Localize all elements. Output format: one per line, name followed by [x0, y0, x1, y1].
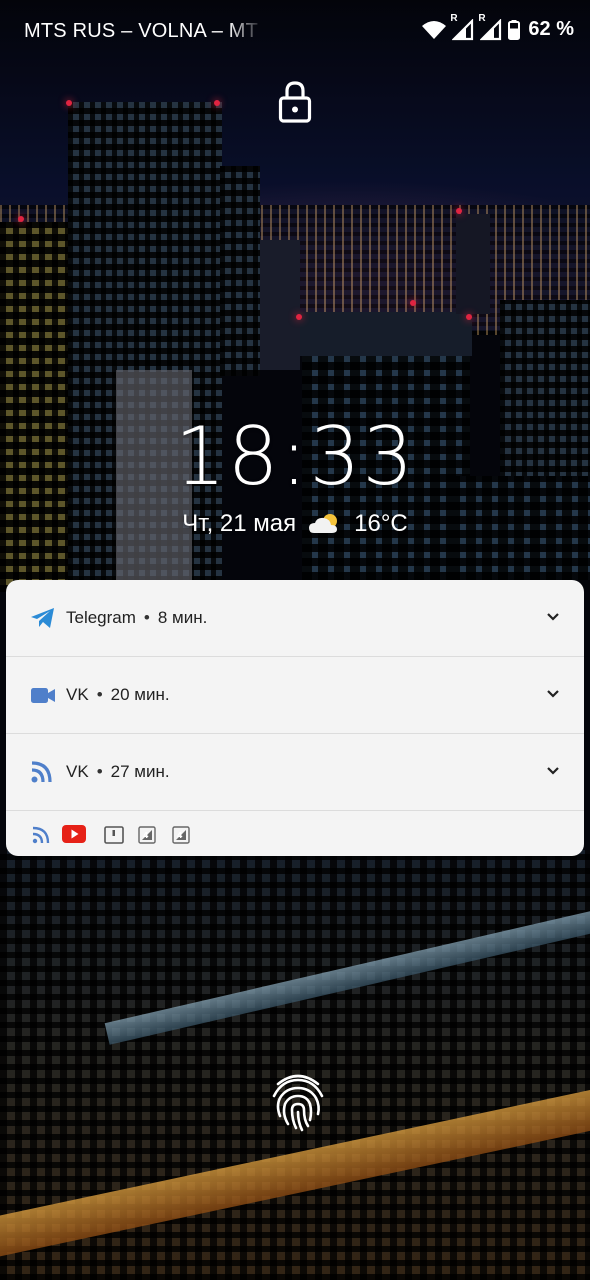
notification-text: VK • 27 мин.	[66, 762, 170, 782]
youtube-icon	[62, 825, 86, 843]
lock-icon[interactable]	[278, 80, 312, 124]
notification-vk-rss[interactable]: VK • 27 мин.	[6, 734, 584, 811]
chevron-down-icon[interactable]	[546, 764, 560, 778]
separator-dot: •	[96, 762, 103, 781]
notification-panel: Telegram • 8 мин. VK • 20 мин. VK • 27 мин.	[6, 580, 584, 856]
separator-dot: •	[96, 685, 103, 704]
chevron-down-icon[interactable]	[546, 687, 560, 701]
fingerprint-icon[interactable]	[270, 1072, 326, 1132]
collapsed-notifications-row[interactable]: 4 4	[6, 811, 584, 856]
notification-time: 20 мин.	[110, 685, 170, 704]
notification-text: Telegram • 8 мин.	[66, 608, 207, 628]
status-icons: R R 62 %	[422, 13, 574, 41]
carrier-name: MTS RUS – VOLNA – MT	[24, 20, 259, 42]
roaming-label: R	[478, 12, 486, 24]
notification-text: VK • 20 мин.	[66, 685, 170, 705]
temperature-label: 16°C	[354, 510, 408, 537]
svg-text:4: 4	[177, 831, 183, 840]
separator-dot: •	[143, 608, 150, 627]
clock-time: 18:33	[174, 410, 416, 503]
signal-4-icon: 4	[138, 826, 156, 844]
svg-text:4: 4	[143, 831, 149, 840]
notification-time: 27 мин.	[110, 762, 170, 781]
notification-vk-video[interactable]: VK • 20 мин.	[6, 657, 584, 734]
notification-app-name: Telegram	[66, 608, 136, 627]
roaming-label: R	[450, 12, 458, 24]
signal-icon: R	[478, 13, 502, 41]
rss-icon	[31, 761, 52, 783]
date-weather-row: Чт, 21 мая 16°C	[0, 510, 590, 538]
notification-time: 8 мин.	[157, 608, 208, 627]
signal-4-icon: 4	[172, 826, 190, 844]
date-label: Чт, 21 мая	[182, 510, 297, 537]
notification-telegram[interactable]: Telegram • 8 мин.	[6, 580, 584, 657]
battery-percent: 62 %	[528, 18, 574, 40]
notification-app-name: VK	[66, 762, 89, 781]
sim-icon	[104, 826, 124, 844]
notification-app-name: VK	[66, 685, 89, 704]
partly-cloudy-icon	[308, 511, 342, 537]
rss-icon	[32, 826, 50, 844]
battery-icon	[508, 19, 521, 40]
video-icon	[31, 688, 55, 703]
telegram-icon	[31, 608, 54, 628]
status-bar: MTS RUS – VOLNA – MT R R 62 %	[0, 0, 590, 62]
signal-icon: R	[450, 13, 474, 41]
wifi-icon	[422, 20, 447, 39]
chevron-down-icon[interactable]	[546, 610, 560, 624]
